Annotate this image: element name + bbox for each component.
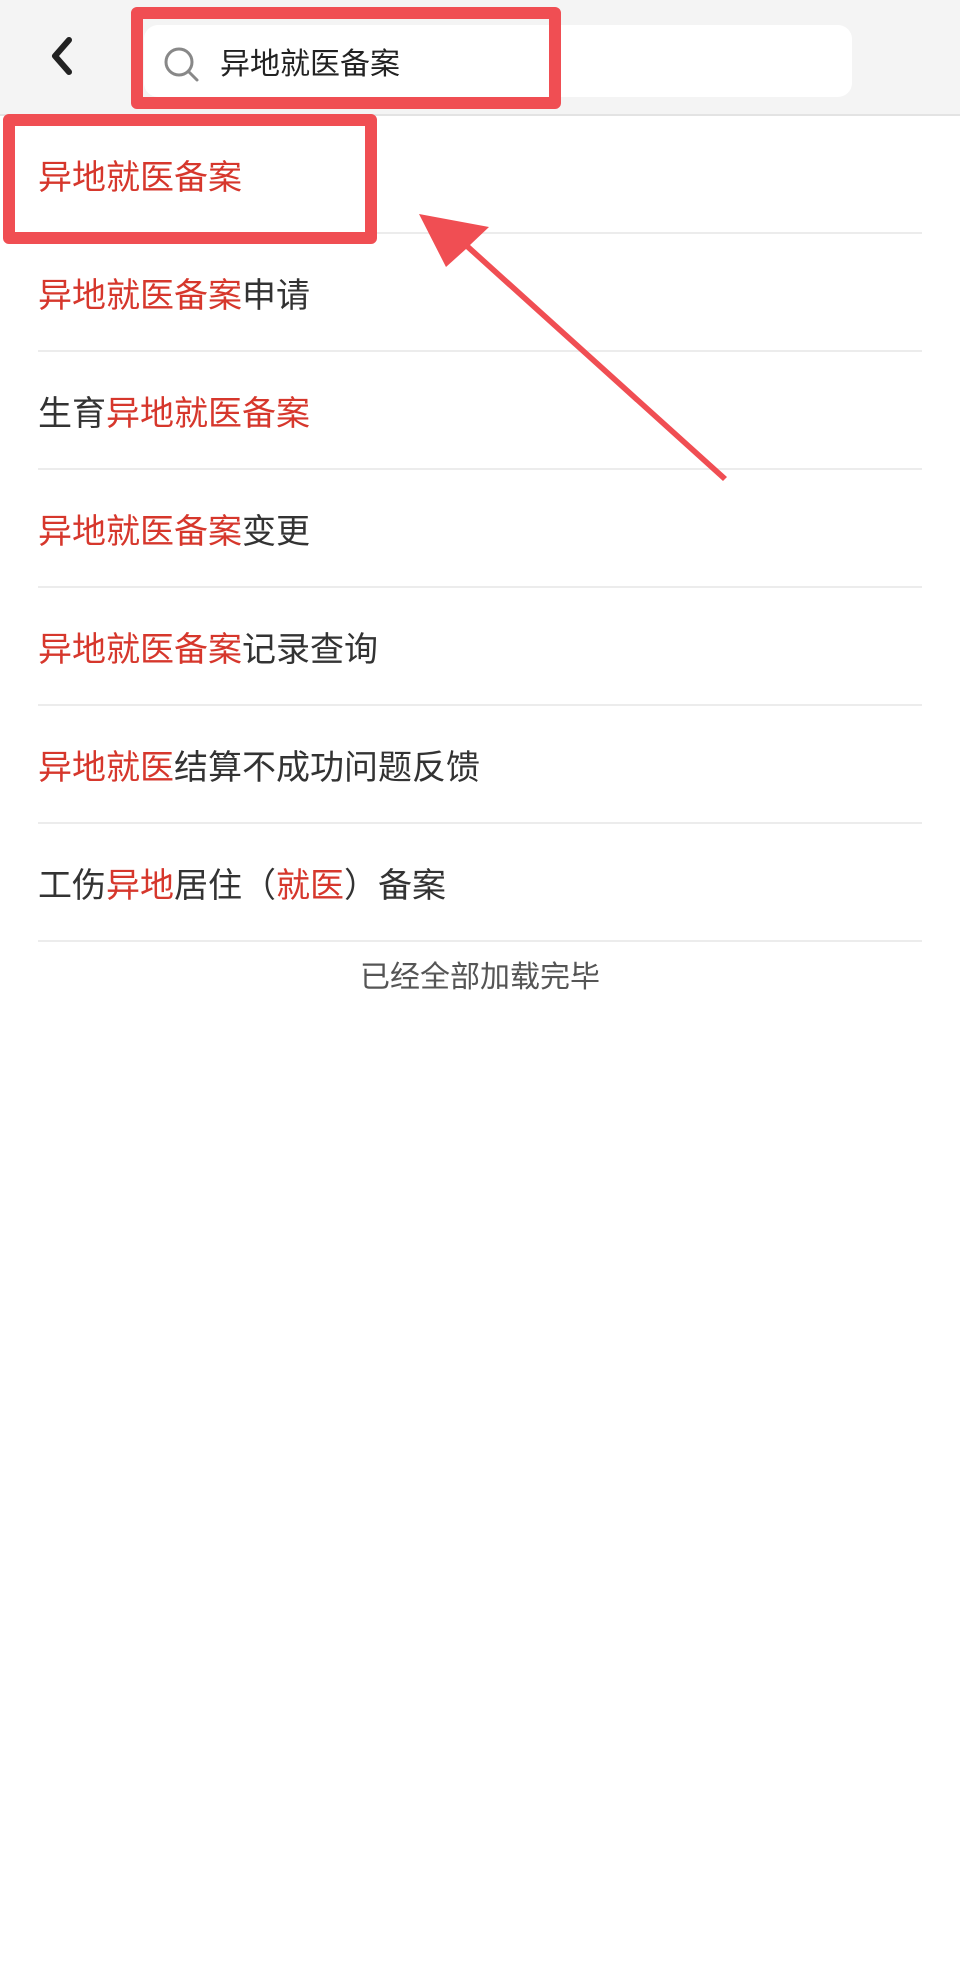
result-item[interactable]: 异地就医备案 申请 <box>38 234 922 352</box>
result-highlight-text: 异地就医备案 <box>38 629 242 670</box>
result-text: 变更 <box>242 511 310 552</box>
search-results-list: 异地就医备案 异地就医备案 申请 生育 异地就医备案 异地就医备案 变更 异地就医备案… <box>38 116 922 942</box>
result-item[interactable]: 异地就医备案 <box>38 116 922 234</box>
search-input[interactable] <box>220 25 820 97</box>
result-text: 结算不成功问题反馈 <box>174 747 480 788</box>
result-text: 居住（ <box>174 865 276 906</box>
result-highlight-text: 异地就医备案 <box>38 275 242 316</box>
result-text: 申请 <box>242 275 310 316</box>
result-item[interactable]: 异地就医备案 变更 <box>38 470 922 588</box>
result-highlight-text: 异地就医备案 <box>106 393 310 434</box>
result-highlight-text: 异地就医备案 <box>38 157 242 198</box>
result-text: 记录查询 <box>242 629 378 670</box>
top-bar <box>0 0 960 116</box>
result-item[interactable]: 异地就医备案 记录查询 <box>38 588 922 706</box>
result-highlight-text: 异地就医 <box>38 747 174 788</box>
search-bar[interactable] <box>144 25 852 97</box>
load-complete-text: 已经全部加载完毕 <box>360 960 600 995</box>
back-button[interactable] <box>34 28 90 84</box>
result-text: 工伤 <box>38 865 106 906</box>
result-item[interactable]: 生育 异地就医备案 <box>38 352 922 470</box>
result-highlight-text: 就医 <box>276 865 344 906</box>
result-text: ）备案 <box>344 865 446 906</box>
result-item[interactable]: 异地就医 结算不成功问题反馈 <box>38 706 922 824</box>
result-item[interactable]: 工伤 异地 居住（ 就医 ）备案 <box>38 824 922 942</box>
chevron-left-icon <box>52 37 72 75</box>
result-text: 生育 <box>38 393 106 434</box>
result-highlight-text: 异地就医备案 <box>38 511 242 552</box>
search-icon <box>164 47 199 82</box>
result-highlight-text: 异地 <box>106 865 174 906</box>
